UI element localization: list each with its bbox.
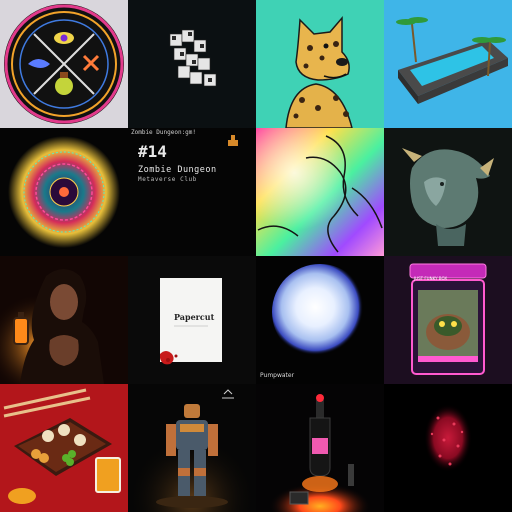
tile-leopard-dog[interactable] [256, 0, 384, 128]
zombie-dungeon-title: Zombie Dungeon [138, 165, 217, 175]
tile-pool-island[interactable] [384, 0, 512, 128]
voxel-sculpture-image [128, 0, 256, 128]
occult-seal-image [0, 0, 128, 128]
red-particle-cloud-image [424, 404, 472, 472]
leopard-dog-image [256, 0, 384, 128]
pumpwater-label: Pumpwater [260, 372, 295, 379]
neon-bottle-image [256, 394, 384, 512]
glowing-orb-image [272, 264, 368, 360]
nft-gallery-grid: Zombie Dungeon:gm! #14 Zombie Dungeon Me… [0, 0, 512, 512]
tile-stone-dragon[interactable] [384, 128, 512, 256]
pool-island-image [384, 0, 512, 128]
bento-box-image [0, 384, 128, 512]
zombie-dungeon-caption: Zombie Dungeon:gm! [131, 129, 197, 136]
tile-voxel-sculpture[interactable] [128, 0, 256, 128]
tile-occult-seal[interactable] [0, 0, 128, 128]
tile-mandala[interactable] [0, 128, 128, 256]
mandala-image [0, 128, 128, 256]
papercut-label: Papercut [174, 312, 215, 322]
gradient-lines-image [256, 128, 384, 256]
armored-robot-image [128, 384, 256, 512]
pinball-title: JUST FUNKY BOX [414, 276, 448, 281]
tile-papercut[interactable]: Papercut [128, 256, 256, 384]
tile-neon-bottle[interactable] [256, 384, 384, 512]
tile-red-particles[interactable] [384, 384, 512, 512]
zombie-dungeon-number: #14 [138, 142, 167, 161]
pinball-machine-image [409, 263, 487, 375]
tile-gradient-lines[interactable] [256, 128, 384, 256]
lantern-woman-image [0, 256, 128, 384]
tile-glowing-orb[interactable]: Pumpwater [256, 256, 384, 384]
zombie-dungeon-subtitle: Metaverse Club [138, 176, 197, 183]
tile-zombie-dungeon[interactable]: Zombie Dungeon:gm! #14 Zombie Dungeon Me… [128, 128, 256, 256]
stone-dragon-image [384, 128, 512, 256]
tile-pinball[interactable]: JUST FUNKY BOX [384, 256, 512, 384]
tile-lantern-woman[interactable] [0, 256, 128, 384]
tile-robot[interactable] [128, 384, 256, 512]
tile-bento[interactable] [0, 384, 128, 512]
